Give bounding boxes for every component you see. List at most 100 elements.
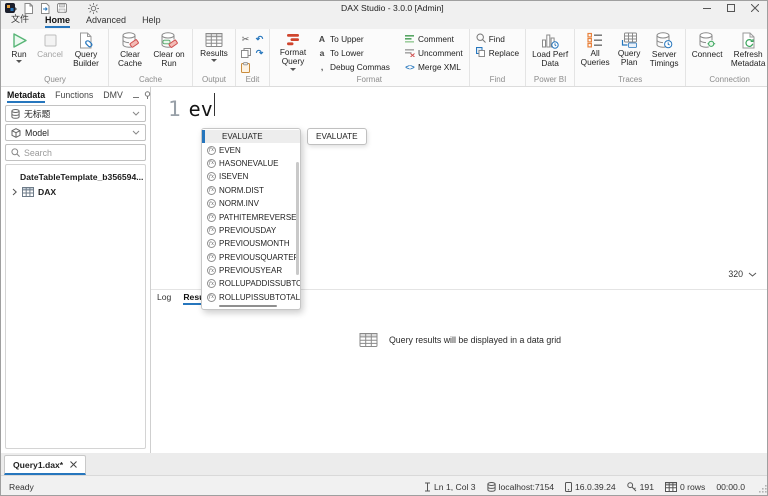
refresh-metadata-icon — [742, 32, 755, 49]
tab-file[interactable]: 文件 — [11, 12, 29, 28]
comment-button[interactable]: Comment — [402, 33, 466, 45]
tab-dmv[interactable]: DMV — [103, 90, 123, 103]
theme-icon[interactable] — [87, 2, 99, 14]
debug-commas-button[interactable]: , Debug Commas — [314, 61, 393, 73]
grid-icon — [665, 481, 677, 492]
function-icon: fx — [207, 185, 216, 195]
function-icon: fx — [207, 199, 216, 209]
metadata-pane-tabs: Metadata Functions DMV — [1, 87, 151, 103]
editor-width-indicator[interactable]: 320 — [728, 269, 757, 279]
ribbon-group-format: Format Query A To Upper a To Lower , Debug … — [270, 29, 470, 86]
to-upper-button[interactable]: A To Upper — [314, 33, 393, 45]
query-builder-button[interactable]: Query Builder — [67, 30, 105, 74]
autocomplete-item[interactable]: fx PREVIOUSMONTH — [202, 237, 300, 250]
format-query-icon — [286, 34, 299, 46]
tab-metadata[interactable]: Metadata — [7, 90, 46, 103]
autocomplete-item[interactable]: fxROLLUPADDISSUBTOTAL — [202, 277, 300, 290]
model-selector[interactable]: Model — [5, 124, 146, 141]
refresh-metadata-button[interactable]: Refresh Metadata — [726, 30, 767, 74]
tab-help[interactable]: Help — [142, 15, 161, 28]
function-icon: fx — [207, 145, 216, 155]
tab-advanced[interactable]: Advanced — [86, 15, 126, 28]
database-selector-value: 无标题 — [24, 109, 51, 119]
metadata-search — [5, 144, 146, 161]
server-version-indicator: 16.0.39.24 — [565, 481, 616, 492]
autocomplete-item[interactable]: fx PREVIOUSDAY — [202, 224, 300, 237]
autocomplete-item[interactable]: fx ROLLUPISSUBTOTAL — [202, 291, 300, 304]
expand-chevron-icon[interactable] — [12, 188, 18, 196]
open-file-icon[interactable] — [39, 2, 51, 14]
tab-log[interactable]: Log — [157, 292, 171, 305]
close-icon[interactable] — [743, 1, 767, 15]
resize-grip[interactable] — [758, 484, 767, 495]
row-count-indicator: 0 rows — [665, 481, 705, 492]
key-icon — [626, 481, 637, 491]
connect-button[interactable]: Connect — [689, 30, 725, 74]
group-label-cache: Cache — [138, 75, 163, 84]
query-plan-button[interactable]: Query Plan — [613, 30, 645, 74]
format-query-button[interactable]: Format Query — [273, 30, 313, 74]
autocomplete-item[interactable]: fx EVEN — [202, 143, 300, 156]
run-button[interactable]: Run — [5, 30, 33, 74]
model-selector-value: Model — [25, 127, 49, 138]
group-label-find: Find — [489, 75, 506, 84]
intellisense-tooltip: EVALUATE — [307, 128, 367, 145]
load-perf-data-icon — [542, 34, 559, 49]
uncomment-button[interactable]: Uncomment — [402, 47, 466, 59]
close-tab-icon[interactable] — [70, 461, 78, 468]
search-input[interactable] — [24, 147, 134, 158]
tab-functions[interactable]: Functions — [55, 90, 93, 103]
replace-icon — [476, 47, 486, 59]
server-timings-icon — [656, 32, 673, 49]
autocomplete-item[interactable]: fx HASONEVALUE — [202, 157, 300, 170]
autocomplete-item[interactable]: fx PREVIOUSQUARTER — [202, 251, 300, 264]
to-lower-button[interactable]: a To Lower — [314, 47, 393, 59]
clear-cache-button[interactable]: Clear Cache — [112, 30, 148, 74]
editor-line: 1 ev — [168, 93, 216, 121]
autocomplete-scrollbar[interactable] — [296, 162, 299, 275]
replace-button[interactable]: Replace — [473, 47, 522, 59]
load-perf-data-button[interactable]: Load Perf Data — [529, 30, 571, 74]
autocomplete-hscroll-grip[interactable] — [219, 305, 277, 308]
merge-xml-button[interactable]: <> Merge XML — [402, 61, 466, 73]
maximize-icon[interactable] — [719, 1, 743, 15]
tree-item-datetabletemplate[interactable]: DateTableTemplate_b356594... — [8, 169, 143, 184]
search-icon — [11, 148, 20, 157]
save-icon[interactable] — [56, 3, 68, 14]
collapse-pane-icon[interactable] — [132, 91, 139, 101]
autocomplete-item[interactable]: fx PATHITEMREVERSE — [202, 210, 300, 223]
tree-item-dax[interactable]: DAX — [8, 184, 143, 199]
find-button[interactable]: Find — [473, 33, 522, 45]
tab-home[interactable]: Home — [45, 15, 71, 28]
redo-button[interactable]: ↷ — [253, 47, 266, 59]
document-tab-query1[interactable]: Query1.dax* — [4, 455, 87, 475]
autocomplete-item[interactable]: fx NORM.DIST — [202, 184, 300, 197]
group-label-format: Format — [356, 75, 383, 84]
function-icon: fx — [207, 172, 216, 182]
model-icon — [11, 127, 21, 138]
dax-studio-window: DAX Studio - 3.0.0 [Admin] 文件 Home Advan… — [0, 0, 768, 496]
paste-button[interactable] — [239, 61, 252, 73]
ribbon-group-output: Results Output — [193, 29, 236, 86]
autocomplete-item[interactable]: fx PREVIOUSYEAR — [202, 264, 300, 277]
autocomplete-item-selected[interactable]: EVALUATE — [202, 130, 300, 144]
status-text: Ready — [9, 481, 34, 492]
cancel-icon — [44, 34, 56, 47]
minimize-icon[interactable] — [695, 1, 719, 15]
autocomplete-item[interactable]: fx ISEVEN — [202, 170, 300, 183]
cut-button[interactable]: ✂ — [239, 33, 252, 45]
copy-button[interactable] — [239, 47, 252, 59]
undo-button[interactable]: ↶ — [253, 33, 266, 45]
pin-pane-icon[interactable] — [144, 91, 151, 101]
debug-commas-icon: , — [320, 62, 324, 72]
query-editor[interactable]: 1 ev EVALUATE fx EVEN fx HASONEVALUE fx ISE… — [151, 87, 767, 311]
cancel-button[interactable]: Cancel — [34, 30, 66, 74]
autocomplete-item[interactable]: fx NORM.INV — [202, 197, 300, 210]
data-grid-icon — [359, 333, 378, 347]
results-output-button[interactable]: Results — [196, 30, 232, 74]
chevron-down-icon — [132, 130, 140, 135]
server-timings-button[interactable]: Server Timings — [646, 30, 682, 74]
clear-on-run-button[interactable]: Clear on Run — [149, 30, 189, 74]
all-queries-button[interactable]: All Queries — [578, 30, 612, 74]
database-selector[interactable]: 无标题 — [5, 105, 146, 122]
